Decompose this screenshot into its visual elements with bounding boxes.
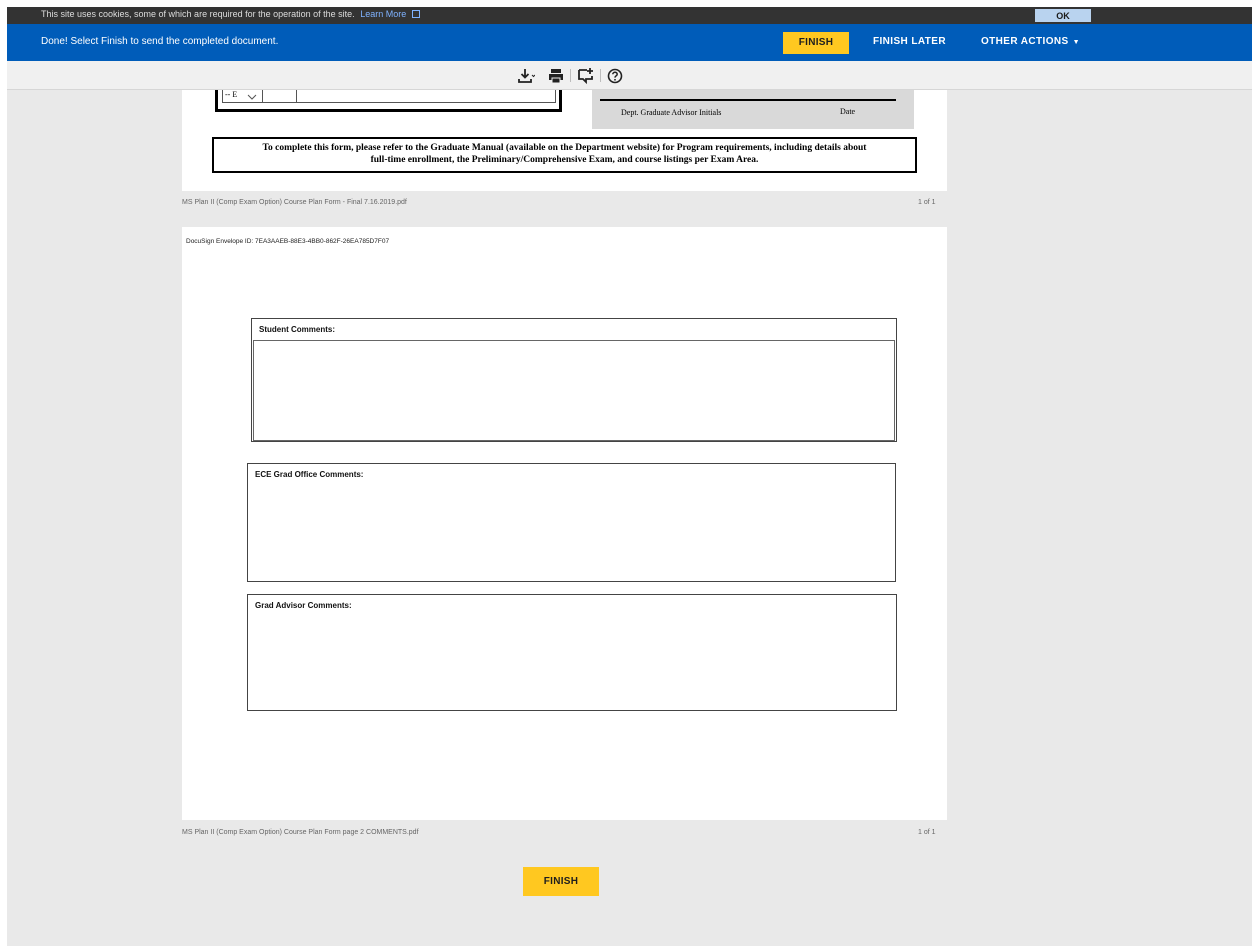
document-2-page-count: 1 of 1 [918, 829, 936, 836]
other-actions-menu[interactable]: OTHER ACTIONS ▼ [981, 36, 1080, 47]
ece-comments-box: ECE Grad Office Comments: [247, 463, 896, 582]
student-comments-label: Student Comments: [259, 325, 335, 334]
toolbar-divider [570, 69, 571, 82]
instructions-notice: To complete this form, please refer to t… [212, 137, 917, 173]
document-1-page-count: 1 of 1 [918, 199, 936, 206]
signature-line [600, 99, 896, 101]
cookie-banner: This site uses cookies, some of which ar… [7, 7, 1252, 24]
advisor-comments-label: Grad Advisor Comments: [255, 601, 352, 610]
units-field[interactable] [263, 90, 297, 102]
course-table-fragment: -- E [215, 90, 562, 112]
document-2-filename: MS Plan II (Comp Exam Option) Course Pla… [182, 829, 419, 836]
advisor-comments-box: Grad Advisor Comments: [247, 594, 897, 711]
finish-button[interactable]: FINISH [783, 32, 849, 54]
comment-icon[interactable] [577, 67, 595, 85]
advisor-initials-label: Dept. Graduate Advisor Initials [621, 108, 722, 117]
status-message: Done! Select Finish to send the complete… [41, 36, 279, 47]
advisor-signoff-box: Dept. Graduate Advisor Initials Date [592, 90, 914, 129]
document-page-1: -- E Dept. Graduate Advisor Initials Dat… [182, 90, 947, 191]
help-icon[interactable] [606, 67, 624, 85]
toolbar-divider [600, 69, 601, 82]
finish-button-bottom[interactable]: FINISH [523, 867, 599, 896]
action-bar: Done! Select Finish to send the complete… [7, 24, 1252, 61]
cookie-message: This site uses cookies, some of which ar… [41, 9, 355, 19]
chevron-down-icon [247, 94, 257, 100]
course-field[interactable] [297, 90, 557, 102]
finish-later-button[interactable]: FINISH LATER [873, 36, 946, 47]
print-icon[interactable] [547, 67, 565, 85]
exam-area-value: -- E [225, 90, 238, 99]
learn-more-link[interactable]: Learn More [360, 9, 406, 19]
ece-comments-label: ECE Grad Office Comments: [255, 470, 364, 479]
document-1-filename: MS Plan II (Comp Exam Option) Course Pla… [182, 199, 407, 206]
cookie-text-wrap: This site uses cookies, some of which ar… [41, 9, 420, 19]
notice-line-2: full-time enrollment, the Preliminary/Co… [370, 155, 759, 165]
date-label: Date [840, 107, 856, 116]
caret-down-icon: ▼ [1072, 39, 1080, 46]
document-toolbar [7, 61, 1252, 90]
other-actions-label: OTHER ACTIONS [981, 36, 1069, 47]
exam-area-select[interactable]: -- E [223, 90, 263, 102]
cookie-ok-button[interactable]: OK [1035, 9, 1091, 22]
document-page-2: DocuSign Envelope ID: 7EA3AAEB-88E3-4BB0… [182, 227, 947, 820]
envelope-id: DocuSign Envelope ID: 7EA3AAEB-88E3-4BB0… [186, 238, 390, 245]
external-link-icon [411, 10, 420, 18]
docusign-app: This site uses cookies, some of which ar… [7, 7, 1252, 946]
student-comments-box: Student Comments: [251, 318, 897, 442]
download-icon[interactable] [517, 67, 535, 85]
notice-line-1: To complete this form, please refer to t… [262, 143, 867, 153]
course-row: -- E [222, 90, 556, 103]
student-comments-field[interactable] [253, 340, 895, 441]
